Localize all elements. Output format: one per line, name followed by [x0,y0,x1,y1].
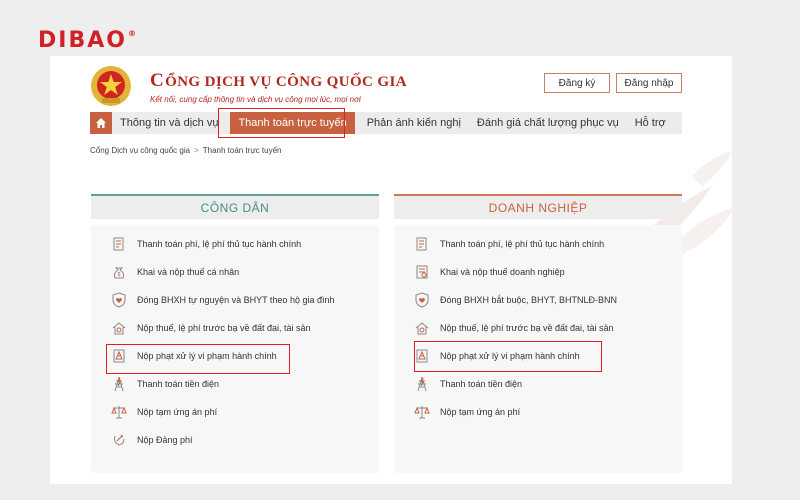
portal-page: CỔNG DỊCH VỤ CÔNG QUỐC GIA Kết nối, cung… [50,56,732,484]
citizen-item-party-fee[interactable]: Nộp Đảng phí [111,429,193,451]
business-item-label: Thanh toán phí, lệ phí thủ tục hành chín… [440,239,605,249]
citizen-item-personal-tax[interactable]: $ Khai và nộp thuế cá nhân [111,261,239,283]
registered-mark: ® [127,29,138,38]
citizen-item-social-insurance[interactable]: Đóng BHXH tự nguyện và BHYT theo hộ gia … [111,289,334,311]
portal-subtitle: Kết nối, cung cấp thông tin và dịch vụ c… [150,95,361,104]
shield-heart-icon [415,292,429,308]
citizen-item-label: Nộp tạm ứng án phí [137,407,218,417]
national-emblem-icon [91,66,131,106]
citizen-heading[interactable]: CÔNG DÂN [91,194,379,219]
nav-item-support[interactable]: Hỗ trợ [627,112,674,134]
house-fee-icon [112,322,126,335]
shield-heart-icon [112,292,126,308]
hammer-sickle-icon [114,434,125,446]
citizen-item-label: Thanh toán phí, lệ phí thủ tục hành chín… [137,239,302,249]
business-item-social-insurance[interactable]: Đóng BHXH bắt buộc, BHYT, BHTNLĐ-BNN [414,289,617,311]
dibao-logo-text: DIBAO [38,28,127,53]
citizen-item-label: Đóng BHXH tự nguyện và BHYT theo hộ gia … [137,295,335,305]
business-item-corporate-tax[interactable]: Khai và nộp thuế doanh nghiệp [414,261,565,283]
business-item-label: Đóng BHXH bắt buộc, BHYT, BHTNLĐ-BNN [440,295,618,305]
citizen-item-court-fee[interactable]: Nộp tạm ứng án phí [111,401,217,423]
dibao-logo: DIBAO ® [38,28,138,53]
nav-item-feedback[interactable]: Phản ánh kiến nghị [359,112,469,134]
business-item-label: Nộp tạm ứng án phí [440,407,521,417]
document-fee-icon [113,237,124,251]
breadcrumb-separator: > [194,146,199,155]
scales-icon [111,406,127,419]
business-heading[interactable]: DOANH NGHIỆP [394,194,682,219]
business-item-label: Thanh toán tiền điện [440,379,523,389]
breadcrumb-current: Thanh toán trực tuyến [202,146,282,155]
citizen-item-label: Nộp Đảng phí [137,435,193,445]
portal-title-rest: ỔNG DỊCH VỤ CÔNG QUỐC GIA [165,74,407,90]
power-tower-icon [417,376,427,392]
login-button[interactable]: Đăng nhập [616,73,682,93]
power-tower-icon [114,376,124,392]
breadcrumb: Cổng Dịch vụ công quốc gia > Thanh toán tr… [90,146,281,155]
home-icon [96,118,106,128]
breadcrumb-home[interactable]: Cổng Dịch vụ công quốc gia [90,146,190,155]
business-item-land-tax[interactable]: Nộp thuế, lệ phí trước bạ về đất đai, tà… [414,317,614,339]
home-button[interactable] [90,112,112,134]
money-bag-icon: $ [113,267,125,279]
citizen-item-label: Khai và nộp thuế cá nhân [137,267,240,277]
nav-item-service-rating[interactable]: Đánh giá chất lượng phục vụ [469,112,627,134]
business-item-admin-fees[interactable]: Thanh toán phí, lệ phí thủ tục hành chín… [414,233,604,255]
business-item-court-fee[interactable]: Nộp tạm ứng án phí [414,401,520,423]
citizen-item-electricity[interactable]: Thanh toán tiền điện [111,373,219,395]
business-item-label: Khai và nộp thuế doanh nghiệp [440,267,565,277]
citizen-fine-highlight-box [106,344,290,374]
citizen-item-land-tax[interactable]: Nộp thuế, lệ phí trước bạ về đất đai, tà… [111,317,311,339]
document-fee-icon [416,237,427,251]
nav-item-info-services[interactable]: Thông tin và dịch vụ [112,112,226,134]
register-button[interactable]: Đăng ký [544,73,610,93]
portal-title[interactable]: CỔNG DỊCH VỤ CÔNG QUỐC GIA [150,70,407,92]
house-fee-icon [415,322,429,335]
tax-form-icon [416,265,428,279]
main-nav: Thông tin và dịch vụ Thanh toán trực tuy… [90,112,682,134]
business-item-electricity[interactable]: Thanh toán tiền điện [414,373,522,395]
citizen-item-label: Nộp thuế, lệ phí trước bạ về đất đai, tà… [137,323,311,333]
business-item-label: Nộp thuế, lệ phí trước bạ về đất đai, tà… [440,323,614,333]
scales-icon [414,406,430,419]
business-fine-highlight-box [414,341,602,372]
portal-title-initial: C [150,70,165,91]
svg-text:$: $ [118,272,121,278]
online-payment-highlight-box [218,108,345,138]
citizen-item-label: Thanh toán tiền điện [137,379,220,389]
citizen-item-admin-fees[interactable]: Thanh toán phí, lệ phí thủ tục hành chín… [111,233,301,255]
